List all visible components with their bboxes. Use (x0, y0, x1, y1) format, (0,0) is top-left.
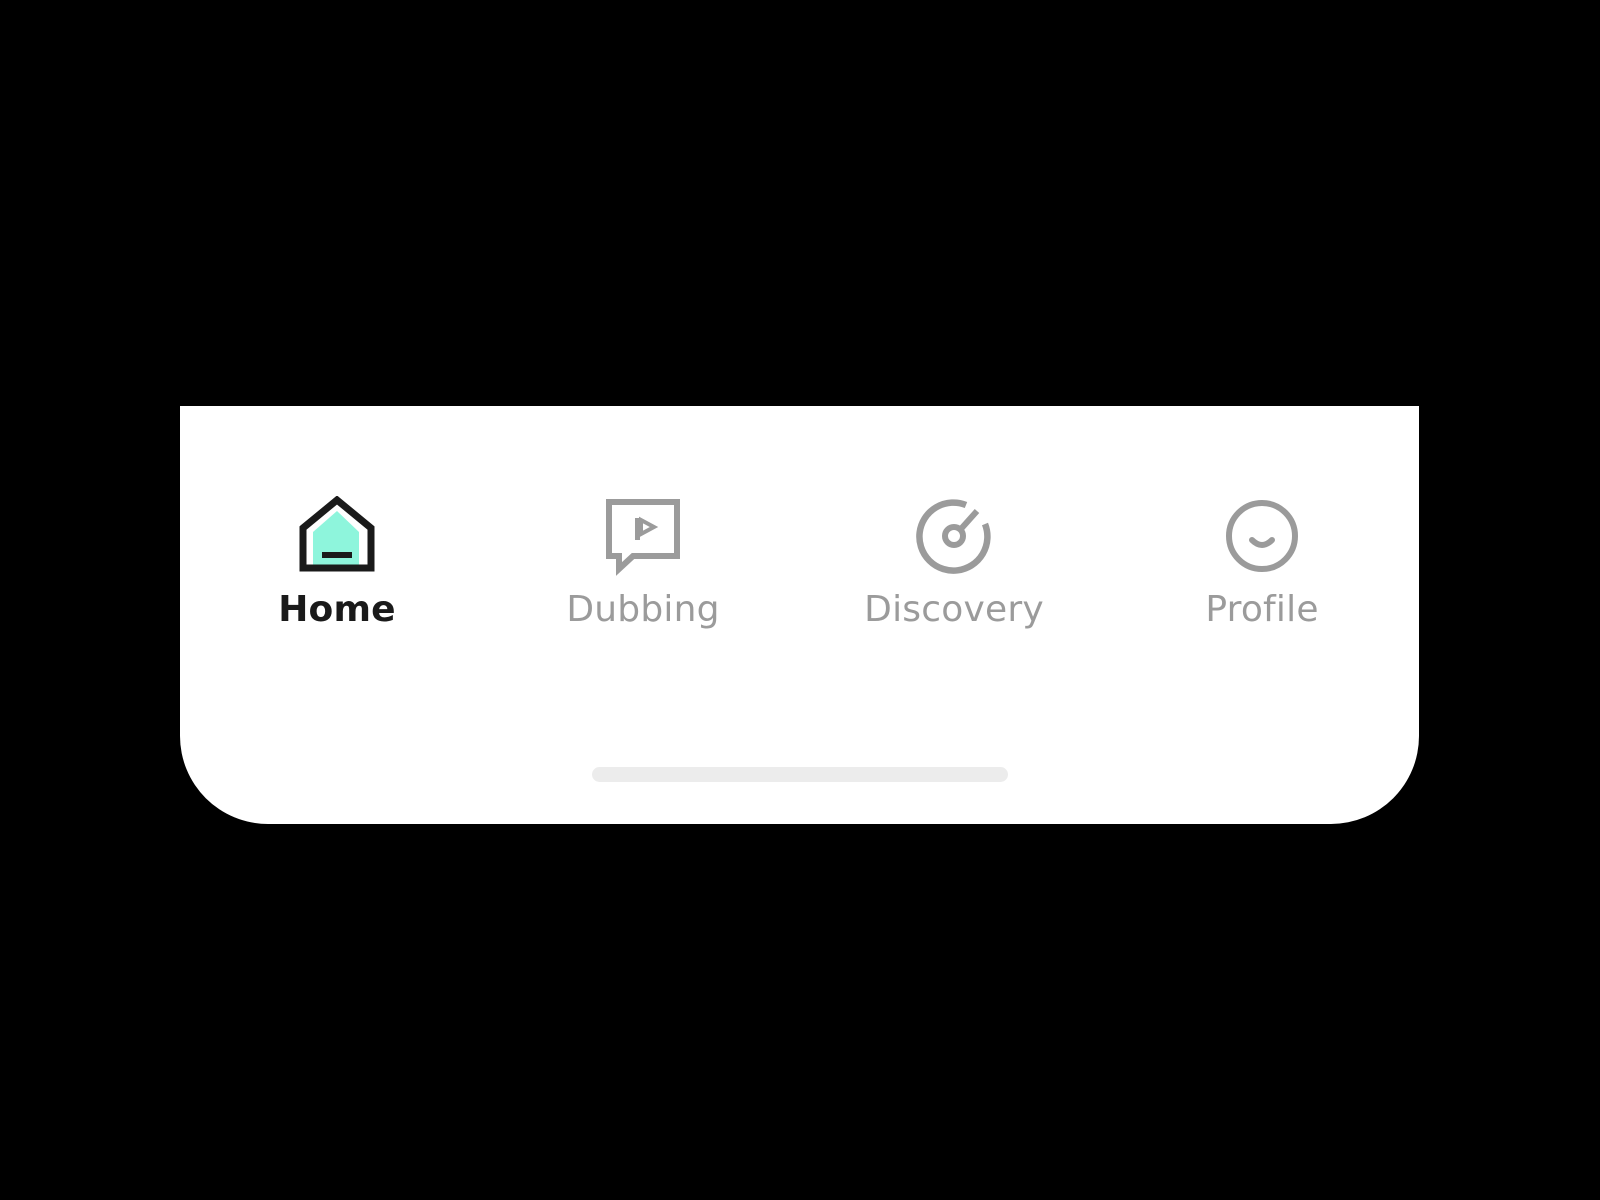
tab-home[interactable]: Home (227, 496, 447, 646)
tab-label-profile: Profile (1205, 589, 1319, 630)
home-icon (297, 496, 377, 576)
screen: Home Dubbing Discovery Profile (0, 0, 1600, 1200)
tab-label-discovery: Discovery (864, 589, 1044, 630)
bottom-tab-bar: Home Dubbing Discovery Profile (180, 406, 1419, 824)
discovery-icon (914, 496, 994, 576)
profile-icon (1222, 496, 1302, 576)
dubbing-icon (603, 496, 683, 576)
tab-label-dubbing: Dubbing (566, 589, 720, 630)
tab-discovery[interactable]: Discovery (844, 496, 1064, 646)
home-indicator[interactable] (592, 767, 1008, 782)
tab-label-home: Home (278, 589, 396, 630)
tab-dubbing[interactable]: Dubbing (533, 496, 753, 646)
tab-profile[interactable]: Profile (1152, 496, 1372, 646)
